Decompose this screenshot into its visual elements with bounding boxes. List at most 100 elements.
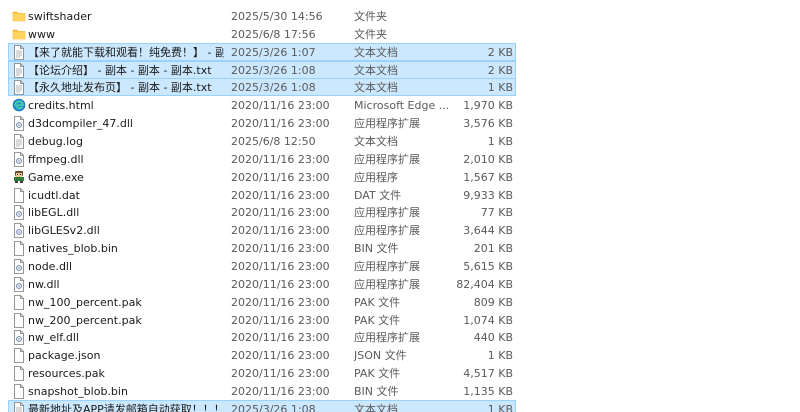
file-type: 应用程序扩展 [354,206,420,220]
file-size: 3,644 KB [463,224,513,238]
file-row[interactable]: resources.pak 2020/11/16 23:00 PAK 文件 4,517… [8,364,516,382]
file-date-modified: 2025/3/26 1:08 [231,63,316,77]
file-row[interactable]: d3dcompiler_47.dll 2020/11/16 23:00 应用程序扩展… [8,114,516,132]
file-name[interactable]: nw_200_percent.pak [28,312,224,329]
file-type: 文本文档 [354,402,398,412]
file-row[interactable]: 【论坛介绍】 - 副本 - 副本 - 副本.txt 2025/3/26 1:08 文… [8,60,516,79]
file-date-modified: 2025/6/8 17:56 [231,27,316,41]
file-size: 809 KB [473,295,513,309]
file-size [449,26,513,43]
file-name[interactable]: 【来了就能下载和观看！纯免费！】 - 副... [28,44,224,61]
file-name[interactable]: d3dcompiler_47.dll [28,115,224,132]
file-name[interactable]: icudtl.dat [28,187,224,204]
file-row[interactable]: Game.exe 2020/11/16 23:00 应用程序 1,567 KB [8,168,516,186]
file-name[interactable]: nw.dll [28,276,224,293]
file-row[interactable]: swiftshader 2025/5/30 14:56 文件夹 [8,7,516,25]
file-size: 1,135 KB [463,385,513,399]
file-name[interactable]: node.dll [28,258,224,275]
file-row[interactable]: node.dll 2020/11/16 23:00 应用程序扩展 5,615 KB [8,257,516,275]
file-size: 1 KB [487,81,513,95]
file-name[interactable]: 【论坛介绍】 - 副本 - 副本 - 副本.txt [28,62,224,79]
file-row[interactable]: debug.log 2025/6/8 12:50 文本文档 1 KB [8,132,516,150]
file-name[interactable]: libEGL.dll [28,204,224,221]
file-name[interactable]: snapshot_blob.bin [28,383,224,400]
file-row[interactable]: nw.dll 2020/11/16 23:00 应用程序扩展 82,404 KB [8,275,516,293]
file-size: 77 KB [480,206,513,220]
blank-file-icon [12,187,26,203]
file-name[interactable]: 最新地址及APP请发邮箱自动获取！！！... [28,401,224,412]
file-name[interactable]: 【永久地址发布页】 - 副本 - 副本.txt [28,79,224,96]
folder-icon [12,9,26,24]
file-row[interactable]: 【永久地址发布页】 - 副本 - 副本.txt 2025/3/26 1:08 文本文… [8,78,516,97]
file-name[interactable]: libGLESv2.dll [28,222,224,239]
blank-file-icon [12,241,26,257]
file-type: PAK 文件 [354,313,401,327]
blank-file-icon [12,294,26,310]
file-date-modified: 2020/11/16 23:00 [231,349,330,363]
file-date-modified: 2020/11/16 23:00 [231,277,330,291]
text-file-icon [12,44,26,60]
text-file-icon [12,134,26,149]
file-name[interactable]: debug.log [28,133,224,150]
file-type: 应用程序扩展 [354,152,420,166]
file-name[interactable]: nw_100_percent.pak [28,294,224,311]
file-row[interactable]: nw_200_percent.pak 2020/11/16 23:00 PAK 文件… [8,311,516,329]
file-row[interactable]: www 2025/6/8 17:56 文件夹 [8,25,516,43]
file-row[interactable]: natives_blob.bin 2020/11/16 23:00 BIN 文件 20… [8,239,516,257]
file-date-modified: 2025/3/26 1:08 [231,81,316,95]
file-row[interactable]: credits.html 2020/11/16 23:00 Microsoft Ed… [8,96,516,114]
file-date-modified: 2020/11/16 23:00 [231,117,330,131]
file-type: 应用程序扩展 [354,331,420,345]
file-size: 201 KB [473,242,513,256]
file-name[interactable]: credits.html [28,97,224,114]
file-type: Microsoft Edge ... [354,99,450,113]
file-size: 2 KB [487,45,513,59]
file-date-modified: 2020/11/16 23:00 [231,224,330,238]
blank-file-icon [12,312,26,328]
blank-file-icon [12,366,26,382]
blank-file-icon [12,348,26,364]
game-exe-icon [12,170,26,185]
file-type: PAK 文件 [354,367,401,381]
file-name[interactable]: swiftshader [28,8,224,25]
dll-file-icon [12,259,26,274]
file-size: 1,074 KB [463,313,513,327]
file-size: 2,010 KB [463,152,513,166]
file-type: PAK 文件 [354,295,401,309]
file-row[interactable]: nw_100_percent.pak 2020/11/16 23:00 PAK 文件… [8,293,516,311]
file-row[interactable]: snapshot_blob.bin 2020/11/16 23:00 BIN 文件 1… [8,382,516,400]
file-type: 文本文档 [354,63,398,77]
file-name[interactable]: resources.pak [28,365,224,382]
file-date-modified: 2020/11/16 23:00 [231,313,330,327]
dll-file-icon [12,116,26,132]
file-row[interactable]: package.json 2020/11/16 23:00 JSON 文件 1 KB [8,346,516,364]
file-name[interactable]: natives_blob.bin [28,240,224,257]
file-size [449,8,513,25]
file-row[interactable]: 【来了就能下载和观看！纯免费！】 - 副... 2025/3/26 1:07 文本文… [8,42,516,61]
text-file-icon [12,80,26,96]
file-list: swiftshader 2025/5/30 14:56 文件夹 www 2025/6/8… [0,0,800,412]
file-row[interactable]: nw_elf.dll 2020/11/16 23:00 应用程序扩展 440 KB [8,328,516,346]
file-name[interactable]: Game.exe [28,169,224,186]
file-row[interactable]: libEGL.dll 2020/11/16 23:00 应用程序扩展 77 KB [8,203,516,221]
file-type: 应用程序扩展 [354,224,420,238]
file-name[interactable]: ffmpeg.dll [28,151,224,168]
file-row[interactable]: ffmpeg.dll 2020/11/16 23:00 应用程序扩展 2,010 KB [8,150,516,168]
dll-file-icon [12,223,26,239]
file-type: 应用程序扩展 [354,260,420,274]
file-size: 2 KB [487,63,513,77]
dll-file-icon [12,151,26,167]
file-name[interactable]: package.json [28,347,224,364]
file-date-modified: 2025/3/26 1:08 [231,402,316,412]
file-type: DAT 文件 [354,188,402,202]
edge-html-icon [12,98,26,113]
file-name[interactable]: www [28,26,224,43]
file-date-modified: 2020/11/16 23:00 [231,170,330,184]
file-row[interactable]: libGLESv2.dll 2020/11/16 23:00 应用程序扩展 3,644… [8,221,516,239]
text-file-icon [12,402,26,412]
file-row[interactable]: icudtl.dat 2020/11/16 23:00 DAT 文件 9,933 KB [8,186,516,204]
partial-row-top [8,0,516,2]
file-size: 1,567 KB [463,170,513,184]
file-name[interactable]: nw_elf.dll [28,329,224,346]
file-row[interactable]: 最新地址及APP请发邮箱自动获取！！！... 2025/3/26 1:08 文本文档… [8,399,516,412]
